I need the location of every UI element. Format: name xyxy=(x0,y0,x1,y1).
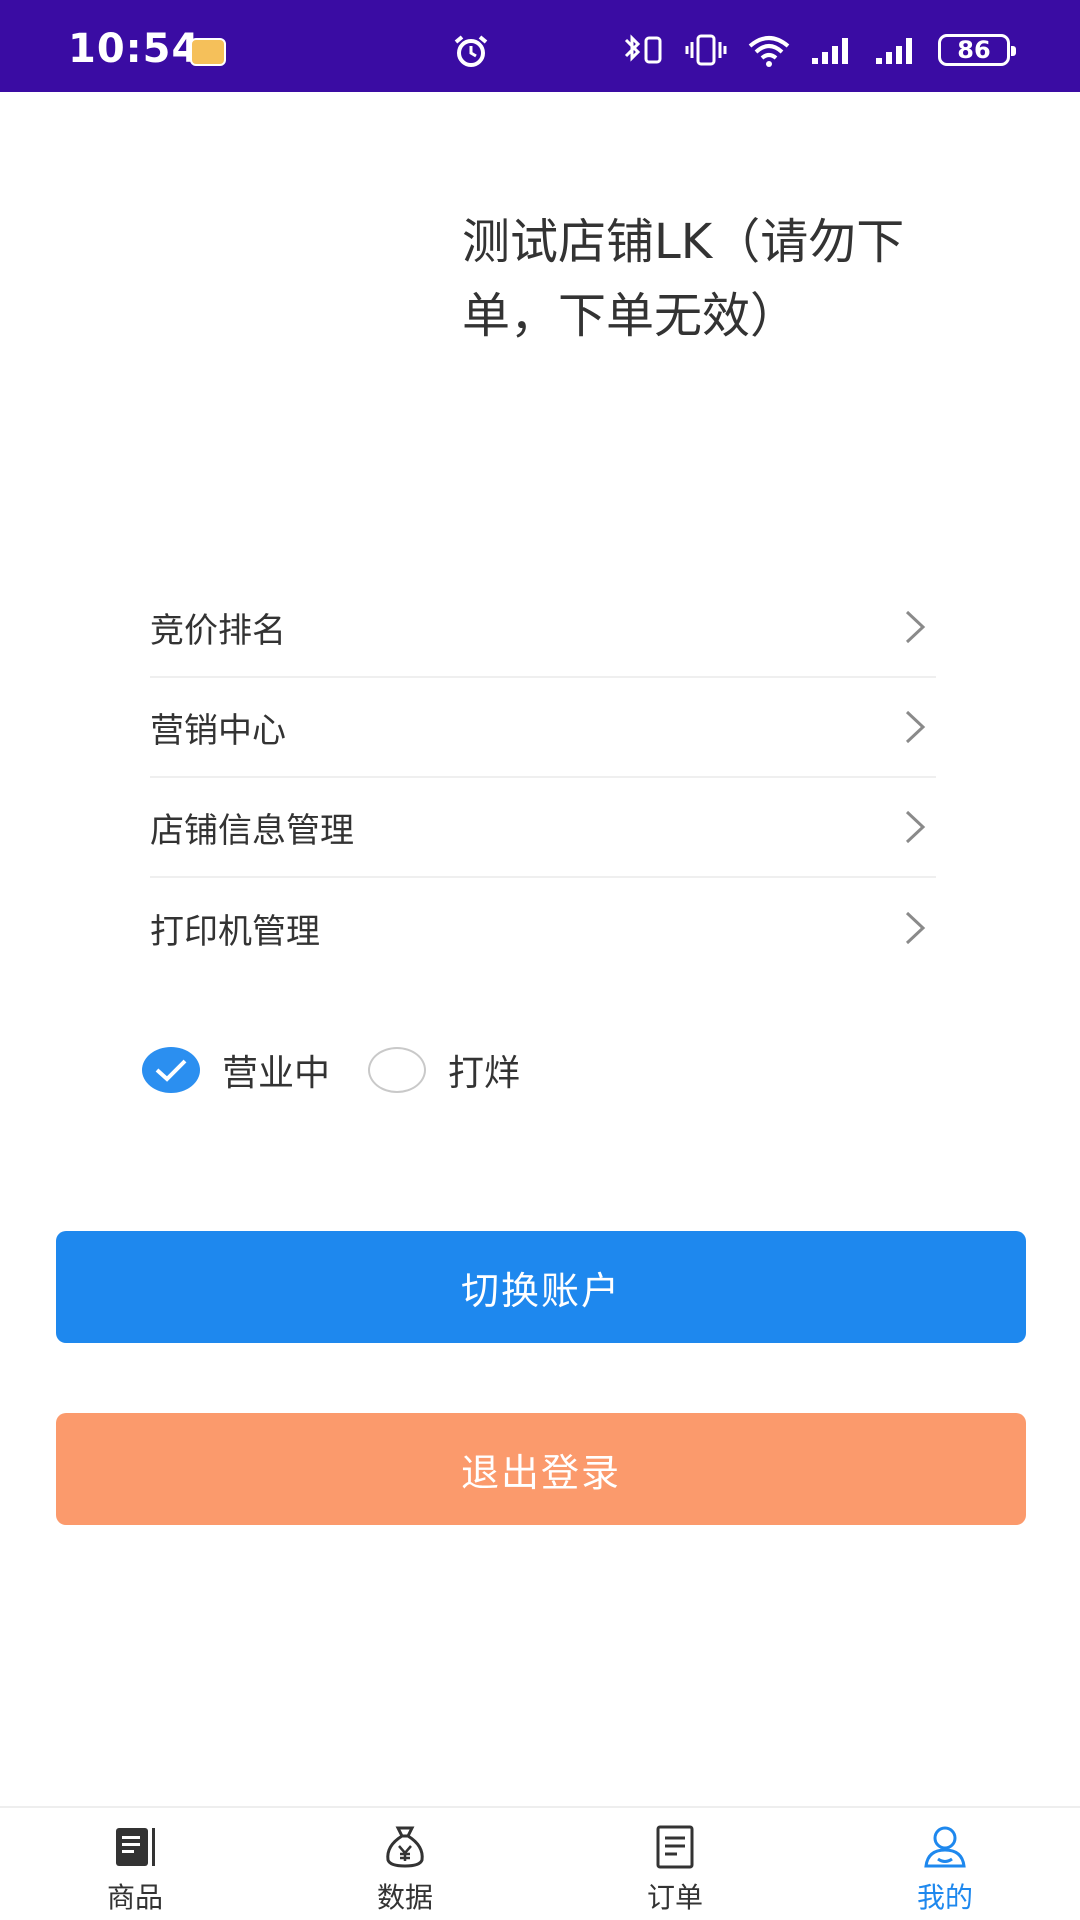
chevron-right-icon xyxy=(905,911,926,945)
shop-name: 测试店铺LK（请勿下单，下单无效） xyxy=(462,214,905,344)
radio-unchecked-icon[interactable] xyxy=(368,1047,427,1093)
money-bag-icon xyxy=(386,1826,424,1868)
battery-level: 86 xyxy=(957,36,991,64)
settings-menu: 竞价排名 营销中心 店铺信息管理 打印机管理 xyxy=(150,578,936,978)
menu-item-shop-info[interactable]: 店铺信息管理 xyxy=(150,778,936,878)
menu-item-label: 营销中心 xyxy=(150,710,286,751)
nav-label: 数据 xyxy=(376,1881,433,1914)
chevron-right-icon xyxy=(905,610,926,644)
radio-checked-icon[interactable] xyxy=(142,1047,200,1093)
wifi-icon xyxy=(748,36,790,67)
switch-account-button[interactable]: 切换账户 xyxy=(56,1231,1026,1343)
nav-item-goods[interactable]: 商品 xyxy=(0,1808,270,1920)
nav-item-data[interactable]: 数据 xyxy=(270,1808,540,1920)
menu-item-label: 店铺信息管理 xyxy=(150,810,354,851)
alarm-icon xyxy=(454,35,488,67)
signal-icon-2 xyxy=(876,38,912,64)
menu-item-label: 打印机管理 xyxy=(150,911,320,952)
vibrate-icon xyxy=(685,34,727,66)
nav-item-orders[interactable]: 订单 xyxy=(540,1808,810,1920)
bluetooth-icon xyxy=(624,34,662,64)
status-time: 10:54 xyxy=(68,26,201,72)
menu-item-bidding-rank[interactable]: 竞价排名 xyxy=(150,578,936,678)
chevron-right-icon xyxy=(905,710,926,744)
status-bar: 10:54 86 xyxy=(0,0,1080,92)
logout-button[interactable]: 退出登录 xyxy=(56,1413,1026,1525)
battery-icon: 86 xyxy=(938,34,1016,66)
bottom-nav: 商品 数据 订单 我的 xyxy=(0,1806,1080,1920)
radio-closed[interactable]: 打烊 xyxy=(368,1044,520,1096)
app-notification-icon xyxy=(190,38,226,66)
order-icon xyxy=(656,1825,694,1869)
chevron-right-icon xyxy=(905,810,926,844)
checkmark-icon xyxy=(155,1059,187,1082)
status-icons: 86 xyxy=(622,30,1016,70)
goods-icon xyxy=(116,1828,155,1866)
menu-item-marketing-center[interactable]: 营销中心 xyxy=(150,678,936,778)
signal-icon xyxy=(812,38,848,64)
radio-label: 营业中 xyxy=(222,1053,331,1094)
radio-open[interactable]: 营业中 xyxy=(142,1044,330,1096)
nav-label: 订单 xyxy=(646,1881,703,1914)
nav-label: 商品 xyxy=(106,1881,163,1914)
menu-item-label: 竞价排名 xyxy=(150,610,286,651)
profile-icon xyxy=(924,1826,966,1868)
menu-item-printer[interactable]: 打印机管理 xyxy=(150,878,936,978)
business-status-radio-group: 营业中 打烊 xyxy=(142,1040,558,1100)
nav-label: 我的 xyxy=(916,1881,973,1914)
nav-item-profile[interactable]: 我的 xyxy=(810,1808,1080,1920)
radio-label: 打烊 xyxy=(448,1053,521,1094)
